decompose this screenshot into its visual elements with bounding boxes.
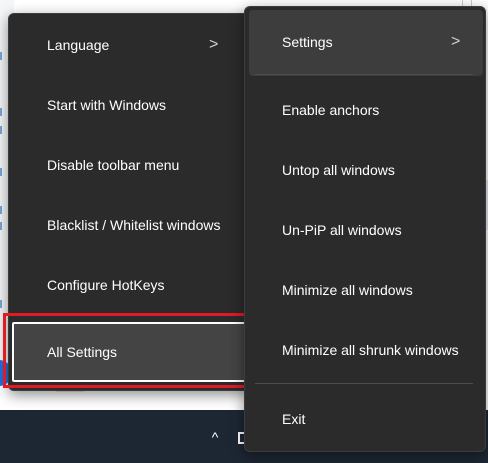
menu-item-blacklist-whitelist[interactable]: Blacklist / Whitelist windows [9,195,251,255]
menu-item-configure-hotkeys[interactable]: Configure HotKeys [9,255,251,315]
background-mark [0,168,8,176]
menu-item-label: Untop all windows [282,162,395,178]
menu-item-untop-all-windows[interactable]: Untop all windows [245,140,485,200]
menu-item-settings[interactable]: Settings > [245,12,485,72]
menu-item-language[interactable]: Language > [9,15,251,75]
background-mark [0,126,8,134]
show-hidden-icons-chevron-icon[interactable]: ^ [207,429,223,445]
menu-item-label: Un-PiP all windows [282,222,402,238]
annotation-highlight-box [3,313,261,388]
menu-item-label: Enable anchors [282,102,380,118]
menu-item-exit[interactable]: Exit [245,389,485,449]
menu-item-label: Minimize all shrunk windows [282,342,459,358]
menu-item-enable-anchors[interactable]: Enable anchors [245,80,485,140]
background-mark [0,300,8,308]
menu-item-label: Minimize all windows [282,282,413,298]
menu-item-minimize-all-shrunk-windows[interactable]: Minimize all shrunk windows [245,320,485,380]
background-mark [0,206,8,214]
background-mark [0,222,8,230]
chevron-right-icon: > [451,33,461,50]
menu-item-label: Settings [282,34,333,50]
menu-item-label: Configure HotKeys [47,277,165,293]
menu-item-disable-toolbar-menu[interactable]: Disable toolbar menu [9,135,251,195]
menu-item-label: Start with Windows [47,97,167,113]
menu-item-label: Blacklist / Whitelist windows [47,217,221,233]
menu-item-label: Disable toolbar menu [47,157,180,173]
menu-item-label: Exit [282,411,306,427]
menu-item-start-with-windows[interactable]: Start with Windows [9,75,251,135]
menu-item-un-pip-all-windows[interactable]: Un-PiP all windows [245,200,485,260]
background-mark [0,108,8,116]
menu-item-label: Language [47,37,110,53]
background-mark [0,52,8,60]
chevron-right-icon: > [209,36,219,53]
menu-separator [255,383,473,384]
menu-separator [255,74,473,75]
menu-item-minimize-all-windows[interactable]: Minimize all windows [245,260,485,320]
tray-context-menu: Settings > Enable anchors Untop all wind… [244,6,486,452]
